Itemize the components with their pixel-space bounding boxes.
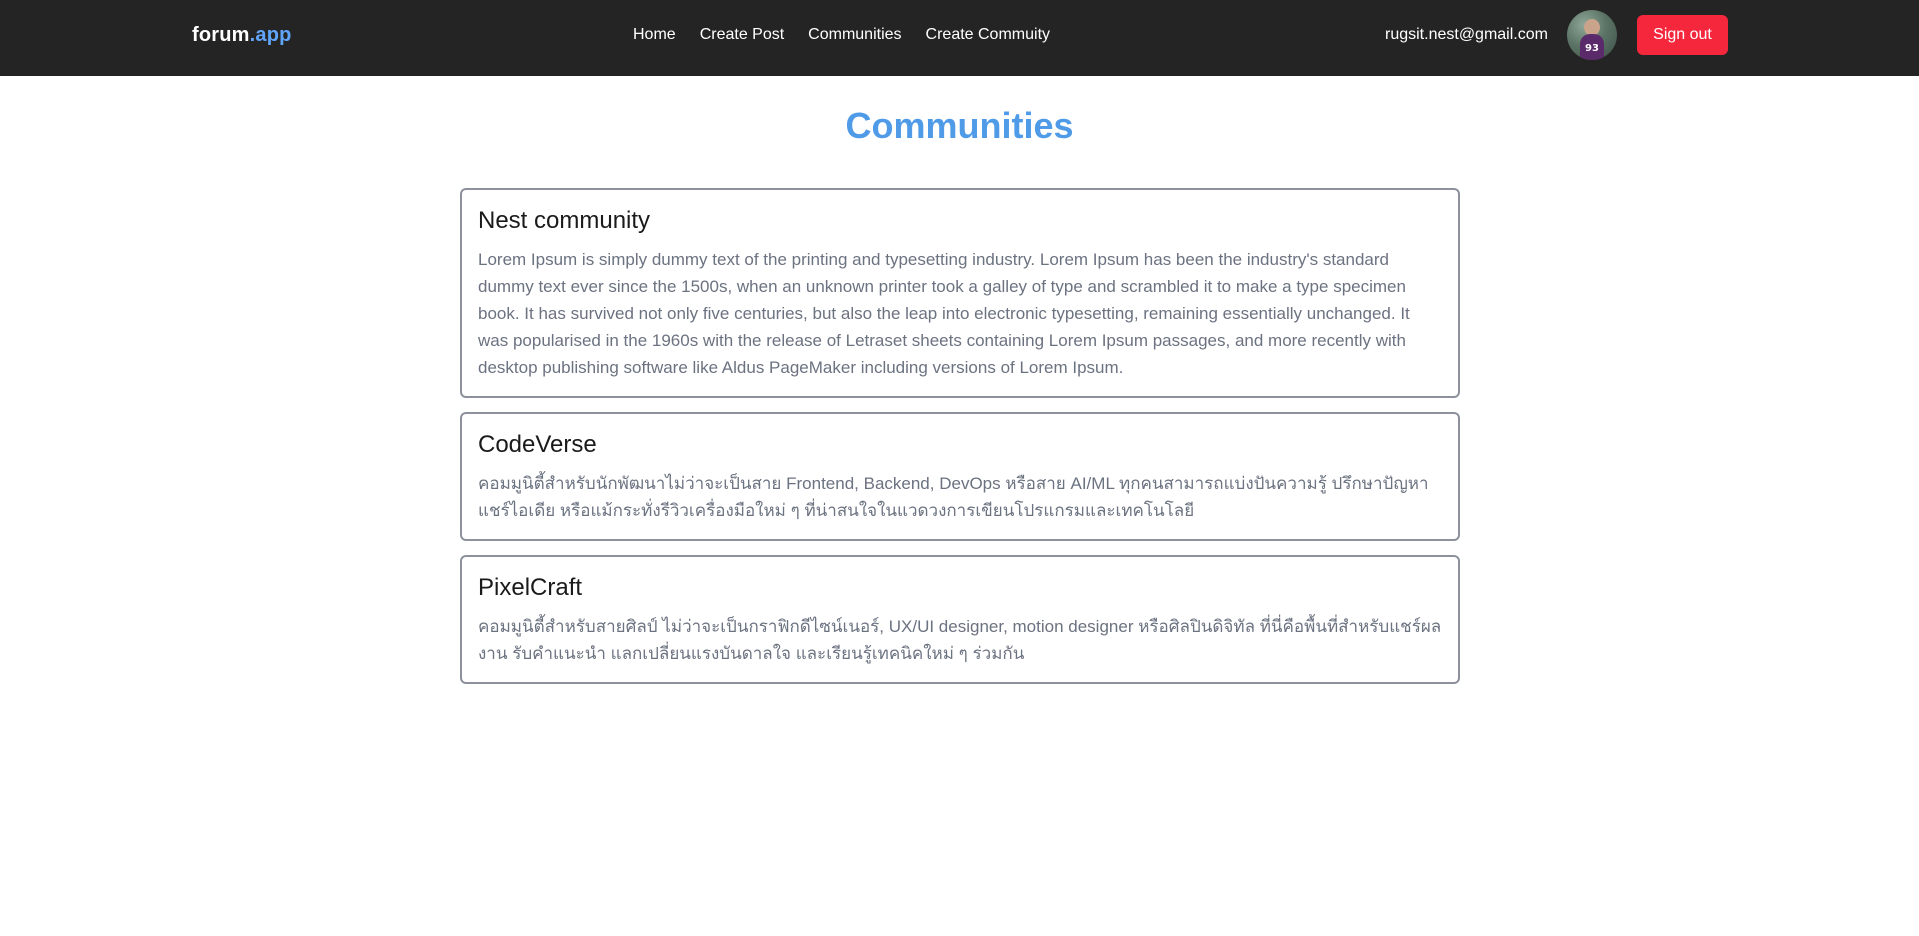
community-name: PixelCraft <box>478 574 583 601</box>
community-description: คอมมูนิตี้สำหรับนักพัฒนาไม่ว่าจะเป็นสาย … <box>478 474 1429 520</box>
community-card-codeverse[interactable]: CodeVerse คอมมูนิตี้สำหรับนักพัฒนาไม่ว่า… <box>460 412 1460 541</box>
brand-suffix: .app <box>249 24 292 46</box>
brand-name: forum <box>192 24 250 46</box>
page-title: Communities <box>845 105 1074 146</box>
community-card-pixelcraft[interactable]: PixelCraft คอมมูนิตี้สำหรับสายศิลป์ ไม่ว… <box>460 555 1460 684</box>
avatar-jersey-number: 93 <box>1585 43 1599 54</box>
sign-out-button[interactable]: Sign out <box>1637 15 1728 55</box>
user-email: rugsit.nest@gmail.com <box>1385 26 1548 43</box>
community-card-nest[interactable]: Nest community Lorem Ipsum is simply dum… <box>460 188 1460 398</box>
nav-link-create-community[interactable]: Create Commuity <box>926 26 1050 44</box>
community-description: คอมมูนิตี้สำหรับสายศิลป์ ไม่ว่าจะเป็นกรา… <box>478 617 1442 663</box>
nav-link-home[interactable]: Home <box>633 26 676 44</box>
brand-logo[interactable]: forum.app <box>192 24 292 47</box>
top-navbar: forum.app Home Create Post Communities C… <box>0 0 1919 76</box>
community-name: CodeVerse <box>478 431 597 458</box>
avatar[interactable]: 93 <box>1567 10 1617 60</box>
nav-links: Home Create Post Communities Create Comm… <box>633 26 1050 44</box>
nav-link-create-post[interactable]: Create Post <box>700 26 784 44</box>
nav-link-communities[interactable]: Communities <box>808 26 901 44</box>
community-name: Nest community <box>478 207 651 234</box>
community-description: Lorem Ipsum is simply dummy text of the … <box>478 250 1410 377</box>
community-list: Nest community Lorem Ipsum is simply dum… <box>460 188 1460 698</box>
